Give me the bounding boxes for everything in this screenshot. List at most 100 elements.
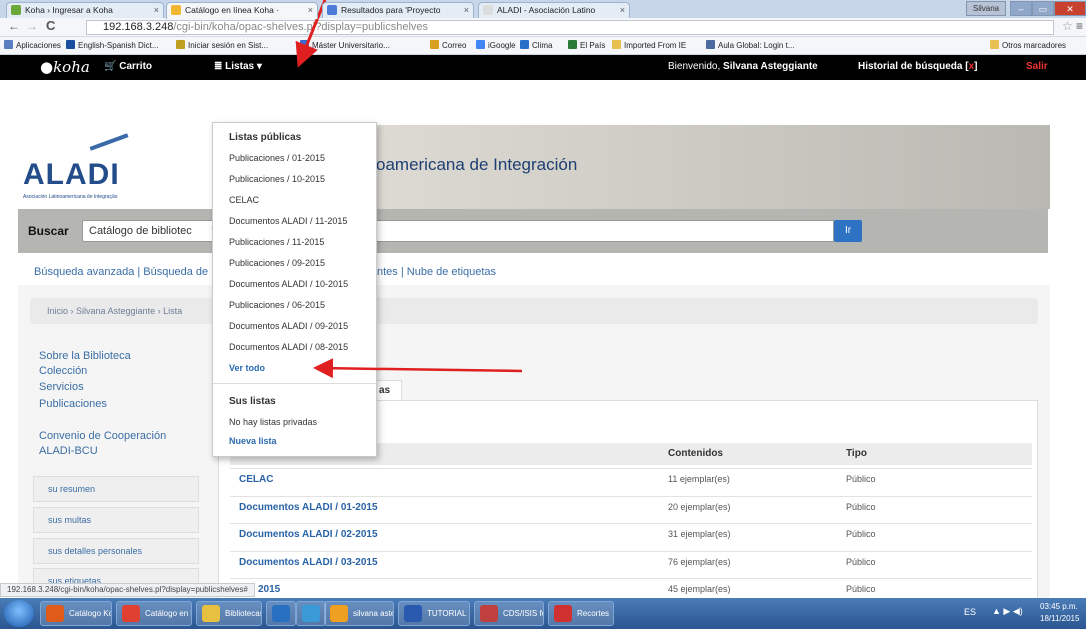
browser-tab[interactable]: Catálogo en línea Koha · × bbox=[166, 2, 318, 19]
history-bracket: ] bbox=[974, 61, 978, 72]
clock-date[interactable]: 18/11/2015 bbox=[1040, 614, 1079, 623]
close-window-button[interactable]: ✕ bbox=[1054, 1, 1086, 16]
user-name-link[interactable]: Silvana Asteggiante bbox=[723, 61, 818, 72]
breadcrumb-home[interactable]: Inicio bbox=[47, 306, 68, 316]
bookmark-item[interactable]: Otros marcadores bbox=[990, 40, 1066, 51]
dropdown-list-item[interactable]: Publicaciones / 01-2015 bbox=[229, 153, 325, 163]
bookmark-label: El País bbox=[580, 41, 606, 50]
tab-close-icon[interactable]: × bbox=[308, 3, 313, 17]
new-list-link[interactable]: Nueva lista bbox=[229, 436, 277, 446]
browser-tab[interactable]: ALADI - Asociación Latino × bbox=[478, 2, 630, 18]
taskbar-item[interactable]: Catálogo en lí... bbox=[116, 601, 192, 626]
view-all-link[interactable]: Ver todo bbox=[229, 363, 265, 373]
lang-indicator[interactable]: ES bbox=[964, 607, 976, 617]
list-type: Público bbox=[846, 502, 876, 512]
bookmark-item[interactable]: Correo bbox=[430, 40, 466, 51]
taskbar-app-icon bbox=[404, 605, 422, 622]
taskbar-item[interactable]: Bibliotecas bbox=[196, 601, 262, 626]
list-contents: 20 ejemplar(es) bbox=[668, 502, 731, 512]
sidebar-button-personal-details[interactable]: sus detalles personales bbox=[33, 538, 199, 564]
own-lists-header: Sus listas bbox=[229, 396, 276, 407]
url-input[interactable]: 192.168.3.248/cgi-bin/koha/opac-shelves.… bbox=[86, 20, 1054, 35]
back-icon[interactable]: ← bbox=[8, 19, 20, 33]
taskbar-label: TUTORIAL PA... bbox=[427, 609, 469, 618]
bookmark-item[interactable]: El País bbox=[568, 40, 605, 51]
dropdown-list-item[interactable]: Documentos ALADI / 10-2015 bbox=[229, 279, 348, 289]
taskbar-item[interactable]: Catálogo Koh... bbox=[40, 601, 112, 626]
list-name-link[interactable]: CELAC bbox=[239, 474, 273, 485]
bookmark-item[interactable]: Aplicaciones bbox=[4, 40, 61, 51]
forward-icon[interactable]: → bbox=[26, 19, 38, 33]
sidebar-button-summary[interactable]: su resumen bbox=[33, 476, 199, 502]
breadcrumb-separator: › bbox=[68, 306, 77, 316]
breadcrumb-user[interactable]: Silvana Asteggiante bbox=[76, 306, 155, 316]
table-row: Documentos ALADI / 03-2015 76 ejemplar(es… bbox=[230, 551, 1032, 573]
bookmark-item[interactable]: Iniciar sesión en Sist... bbox=[176, 40, 268, 51]
lists-menu-toggle[interactable]: ≣ Listas ▾ bbox=[214, 61, 262, 72]
list-name-link[interactable]: Documentos ALADI / 02-2015 bbox=[239, 529, 378, 540]
browser-tab[interactable]: Koha › Ingresar a Koha × bbox=[6, 2, 164, 18]
bookmark-item[interactable]: Aula Global: Login t... bbox=[706, 40, 795, 51]
search-label: Buscar bbox=[28, 224, 69, 238]
sidebar-link-about[interactable]: Sobre la Biblioteca bbox=[39, 350, 131, 362]
menu-icon[interactable]: ≡ bbox=[1076, 19, 1083, 33]
sidebar-link-collection[interactable]: Colección bbox=[39, 365, 87, 377]
start-button[interactable] bbox=[4, 600, 34, 627]
dropdown-list-item[interactable]: Publicaciones / 09-2015 bbox=[229, 258, 325, 268]
browser-tab[interactable]: Resultados para 'Proyecto × bbox=[322, 2, 474, 18]
bookmark-label: iGoogle bbox=[488, 41, 516, 50]
bookmark-star-icon[interactable]: ☆ bbox=[1062, 19, 1073, 33]
bookmark-item[interactable]: iGoogle bbox=[476, 40, 516, 51]
sidebar-link-aladi-bcu[interactable]: ALADI-BCU bbox=[39, 445, 98, 457]
list-contents: 31 ejemplar(es) bbox=[668, 529, 731, 539]
list-name-link[interactable]: 2015 bbox=[258, 584, 280, 595]
taskbar-item[interactable]: CDS/ISIS for ... bbox=[474, 601, 544, 626]
dropdown-list-item[interactable]: Publicaciones / 10-2015 bbox=[229, 174, 325, 184]
dropdown-list-item[interactable]: Documentos ALADI / 09-2015 bbox=[229, 321, 348, 331]
cart-link[interactable]: 🛒 Carrito bbox=[104, 61, 152, 72]
dropdown-list-item[interactable]: Documentos ALADI / 08-2015 bbox=[229, 342, 348, 352]
dropdown-list-item[interactable]: CELAC bbox=[229, 195, 259, 205]
search-submit-button[interactable]: Ir bbox=[834, 220, 862, 242]
sidebar-button-fines[interactable]: sus multas bbox=[33, 507, 199, 533]
reload-icon[interactable]: C bbox=[46, 18, 55, 33]
bookmark-item[interactable]: Imported From IE bbox=[612, 40, 686, 51]
advanced-search-links[interactable]: Búsqueda avanzada | Búsqueda de bbox=[34, 266, 208, 278]
sidebar-link-publications[interactable]: Publicaciones bbox=[39, 398, 107, 410]
bookmark-icon bbox=[4, 40, 13, 49]
bookmark-item[interactable]: Máster Universitario... bbox=[300, 40, 390, 51]
search-history-link[interactable]: Historial de búsqueda [x] bbox=[858, 61, 977, 72]
tray-icons[interactable]: ▲ ▶ ◀) bbox=[992, 606, 1023, 617]
search-scope-select[interactable]: Catálogo de bibliotec▾ bbox=[82, 220, 222, 242]
minimize-button[interactable]: – bbox=[1010, 1, 1032, 16]
tab-close-icon[interactable]: × bbox=[154, 3, 159, 17]
bookmark-item[interactable]: Clima bbox=[520, 40, 552, 51]
list-name-link[interactable]: Documentos ALADI / 01-2015 bbox=[239, 502, 378, 513]
dropdown-list-item[interactable]: Publicaciones / 06-2015 bbox=[229, 300, 325, 310]
taskbar-item[interactable]: silvana astegg... bbox=[324, 601, 394, 626]
logout-link[interactable]: Salir bbox=[1026, 61, 1048, 72]
sidebar-link-convenio[interactable]: Convenio de Cooperación bbox=[39, 430, 166, 442]
taskbar-item[interactable]: Recortes bbox=[548, 601, 614, 626]
dropdown-list-item[interactable]: Documentos ALADI / 11-2015 bbox=[229, 216, 347, 226]
bookmark-icon bbox=[990, 40, 999, 49]
secondary-links-right[interactable]: ntes | Nube de etiquetas bbox=[377, 266, 496, 278]
col-contents[interactable]: Contenidos bbox=[668, 448, 723, 459]
tab-close-icon[interactable]: × bbox=[464, 3, 469, 17]
taskbar-item[interactable] bbox=[266, 601, 296, 626]
dropdown-list-item[interactable]: Publicaciones / 11-2015 bbox=[229, 237, 324, 247]
koha-logo[interactable]: ●koha bbox=[40, 58, 90, 76]
maximize-button[interactable]: ▭ bbox=[1032, 1, 1054, 16]
taskbar-item[interactable] bbox=[296, 601, 326, 626]
list-name-link[interactable]: Documentos ALADI / 03-2015 bbox=[239, 557, 378, 568]
tab-close-icon[interactable]: × bbox=[620, 3, 625, 17]
sidebar-link-services[interactable]: Servicios bbox=[39, 381, 84, 393]
cart-icon: 🛒 bbox=[104, 61, 120, 72]
col-type[interactable]: Tipo bbox=[846, 448, 867, 459]
taskbar-item[interactable]: TUTORIAL PA... bbox=[398, 601, 470, 626]
bookmark-item[interactable]: English-Spanish Dict... bbox=[66, 40, 158, 51]
clock-time[interactable]: 03:45 p.m. bbox=[1040, 602, 1078, 611]
tab-title: ALADI - Asociación Latino bbox=[497, 5, 596, 15]
table-row: Documentos ALADI / 02-2015 31 ejemplar(es… bbox=[230, 523, 1032, 545]
tab-favicon-icon bbox=[11, 5, 21, 15]
